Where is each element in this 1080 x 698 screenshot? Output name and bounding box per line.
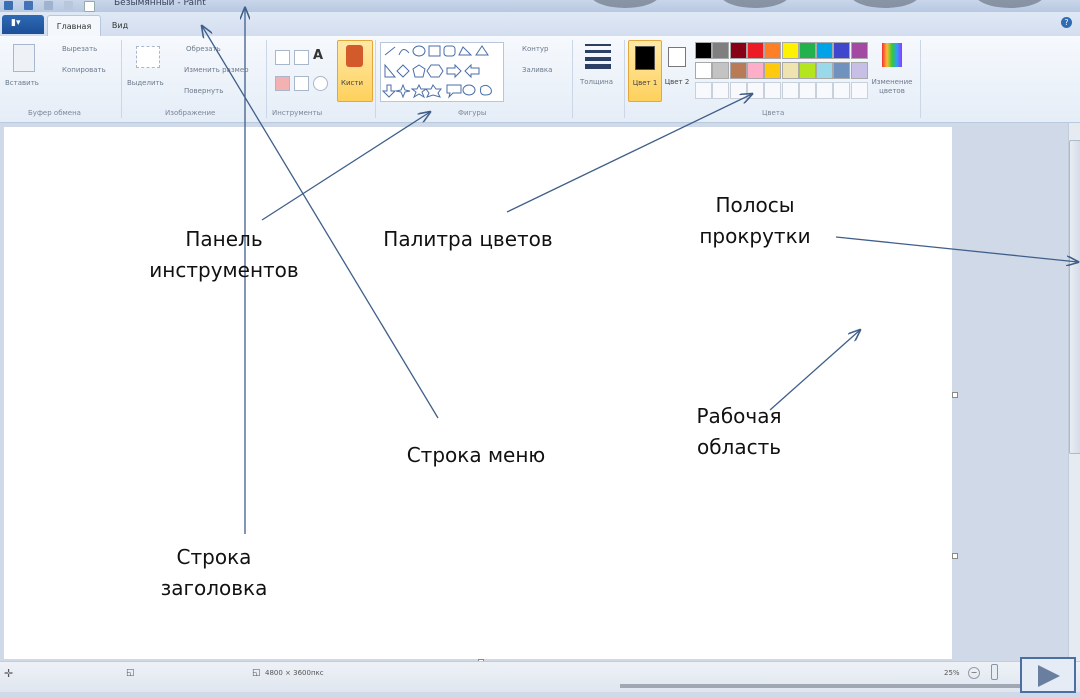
arrow-toolbar bbox=[261, 112, 430, 221]
annotation-palette: Палитра цветов bbox=[383, 227, 553, 251]
annotation-workarea-line1: Рабочая bbox=[696, 404, 782, 428]
annotation-workarea-line2: область bbox=[696, 435, 782, 459]
arrow-scrollbars bbox=[835, 236, 1078, 262]
annotation-title-bar-line2: заголовка bbox=[160, 576, 268, 600]
annotation-toolbar: Панель инструментов bbox=[140, 224, 308, 286]
annotation-scrollbars-line1: Полосы bbox=[715, 193, 795, 217]
annotation-scrollbars: Полосы прокрутки bbox=[688, 190, 822, 252]
annotation-menu-bar: Строка меню bbox=[406, 443, 546, 467]
annotation-workarea: Рабочая область bbox=[678, 401, 800, 463]
annotation-toolbar-line1: Панель bbox=[185, 227, 263, 251]
arrow-menu-bar bbox=[202, 26, 439, 419]
annotation-toolbar-line2: инструментов bbox=[149, 258, 299, 282]
arrow-workarea bbox=[769, 330, 860, 411]
annotation-title-bar-line1: Строка bbox=[176, 545, 252, 569]
annotation-scrollbars-line2: прокрутки bbox=[699, 224, 811, 248]
annotation-title-bar: Строка заголовка bbox=[150, 542, 278, 604]
